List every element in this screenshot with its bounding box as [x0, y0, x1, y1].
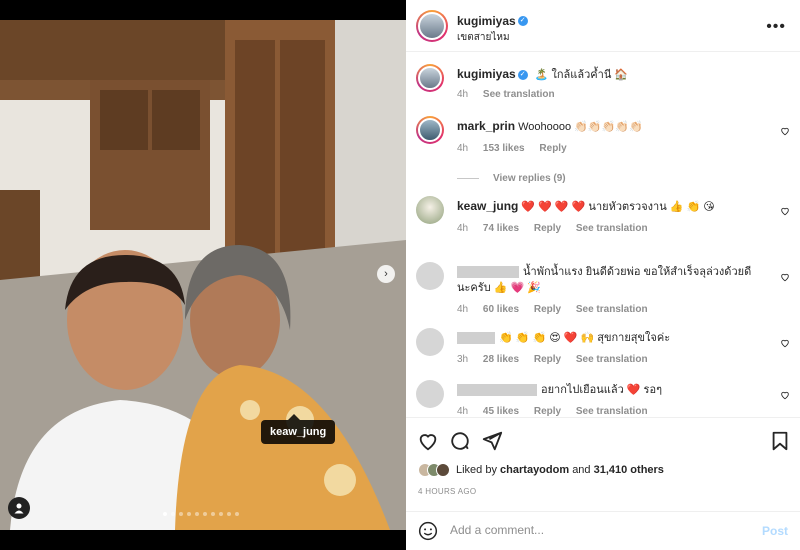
comment-text: ❤️ ❤️ ❤️ ❤️ นายหัวตรวจงาน 👍 👏 😘 [521, 201, 715, 213]
view-replies-button[interactable]: View replies (9) [457, 171, 762, 187]
post-details-panel: kugimiyas ✓ เขตสายไหม ••• kugimiyas ✓ 🏝️ ใ… [406, 0, 800, 550]
comment-avatar[interactable] [416, 380, 444, 408]
media-panel: › keaw_jung [0, 0, 406, 550]
slide-dot [235, 512, 239, 516]
comment-time: 4h [457, 406, 469, 417]
likes-summary: Liked by chartayodom and 31,410 others [418, 463, 664, 477]
likes-others-link[interactable]: 31,410 others [594, 464, 664, 476]
redacted-username [457, 384, 537, 397]
comment-likes[interactable]: 60 likes [483, 304, 519, 315]
author-username[interactable]: kugimiyas [457, 14, 516, 28]
post-header: kugimiyas ✓ เขตสายไหม ••• [406, 0, 800, 52]
comment-username[interactable]: mark_prin [457, 119, 515, 133]
post-timestamp[interactable]: 4 HOURS AGO [418, 487, 476, 496]
verified-badge-icon: ✓ [517, 15, 528, 26]
more-options-icon[interactable]: ••• [766, 18, 786, 36]
slide-dot [179, 512, 183, 516]
comment-text: 👏 👏 👏 😍 ❤️ 🙌 สุขกายสุขใจค่ะ [499, 332, 671, 344]
comment-time: 4h [457, 143, 469, 154]
save-bookmark-icon[interactable] [769, 430, 791, 452]
slide-dot [195, 512, 199, 516]
comment-avatar[interactable] [416, 262, 444, 290]
comment-likes[interactable]: 45 likes [483, 406, 519, 417]
comment-likes[interactable]: 153 likes [483, 143, 525, 154]
comment-likes[interactable]: 28 likes [483, 354, 519, 365]
slide-dot [187, 512, 191, 516]
slide-dot [219, 512, 223, 516]
add-comment-bar: Post [406, 511, 800, 550]
author-avatar[interactable] [416, 10, 448, 42]
see-translation-link[interactable]: See translation [576, 354, 648, 365]
comment-time: 3h [457, 354, 469, 365]
slide-indicator [163, 512, 239, 516]
comment-avatar[interactable] [416, 116, 444, 144]
like-comment-heart-icon[interactable] [780, 338, 790, 348]
tagged-users-button[interactable] [8, 497, 30, 519]
comment-avatar[interactable] [416, 328, 444, 356]
likes-user-link[interactable]: chartayodom [500, 464, 569, 476]
comment-text: อยากไปเยือนแล้ว ❤️ รอๆ [541, 384, 662, 396]
caption-username[interactable]: kugimiyas [457, 67, 516, 81]
verified-badge-icon: ✓ [517, 70, 528, 81]
reply-button[interactable]: Reply [539, 143, 566, 154]
like-comment-heart-icon[interactable] [780, 126, 790, 136]
user-icon [14, 503, 24, 514]
post-comment-button[interactable]: Post [762, 524, 788, 538]
comment-username[interactable]: keaw_jung [457, 199, 518, 213]
chevron-right-icon: › [384, 268, 388, 280]
comment-likes[interactable]: 74 likes [483, 223, 519, 234]
share-send-icon[interactable] [481, 430, 503, 452]
see-translation-link[interactable]: See translation [576, 304, 648, 315]
post-location[interactable]: เขตสายไหม [457, 30, 510, 45]
comment-input[interactable] [450, 523, 750, 537]
comment-text: Woohoooo 👏🏻👏🏻👏🏻👏🏻👏🏻 [518, 121, 643, 133]
comment-avatar[interactable] [416, 196, 444, 224]
comment-time: 4h [457, 223, 469, 234]
reply-button[interactable]: Reply [534, 304, 561, 315]
reply-button[interactable]: Reply [534, 354, 561, 365]
slide-dot [227, 512, 231, 516]
like-heart-icon[interactable] [417, 430, 439, 452]
redacted-username [457, 266, 519, 279]
like-comment-heart-icon[interactable] [780, 390, 790, 400]
comment-bubble-icon[interactable] [449, 430, 471, 452]
liker-avatar [436, 463, 450, 477]
see-translation-link[interactable]: See translation [576, 223, 648, 234]
see-translation-link[interactable]: See translation [483, 89, 555, 100]
reply-button[interactable]: Reply [534, 406, 561, 417]
post-photo[interactable] [0, 20, 406, 530]
likes-and: and [572, 464, 591, 476]
slide-dot [171, 512, 175, 516]
slide-dot [211, 512, 215, 516]
comment-time: 4h [457, 304, 469, 315]
user-tag-label[interactable]: keaw_jung [261, 414, 336, 444]
slide-dot [203, 512, 207, 516]
caption-time: 4h [457, 89, 469, 100]
like-comment-heart-icon[interactable] [780, 272, 790, 282]
likes-prefix: Liked by [456, 464, 497, 476]
like-comment-heart-icon[interactable] [780, 206, 790, 216]
emoji-icon[interactable] [418, 521, 438, 541]
slide-dot-active [163, 512, 167, 516]
reply-button[interactable]: Reply [534, 223, 561, 234]
see-translation-link[interactable]: See translation [576, 406, 648, 417]
caption-avatar[interactable] [416, 64, 444, 92]
next-slide-button[interactable]: › [377, 265, 395, 283]
redacted-username [457, 332, 495, 345]
comments-list: kugimiyas ✓ 🏝️ ใกล้แล้วค้ำนี 🏠 4h See tra… [406, 52, 800, 417]
caption-text: 🏝️ ใกล้แล้วค้ำนี 🏠 [534, 69, 629, 81]
instagram-post-dialog: › keaw_jung kugimiyas ✓ เขตสายไหม ••• ku… [0, 0, 800, 550]
